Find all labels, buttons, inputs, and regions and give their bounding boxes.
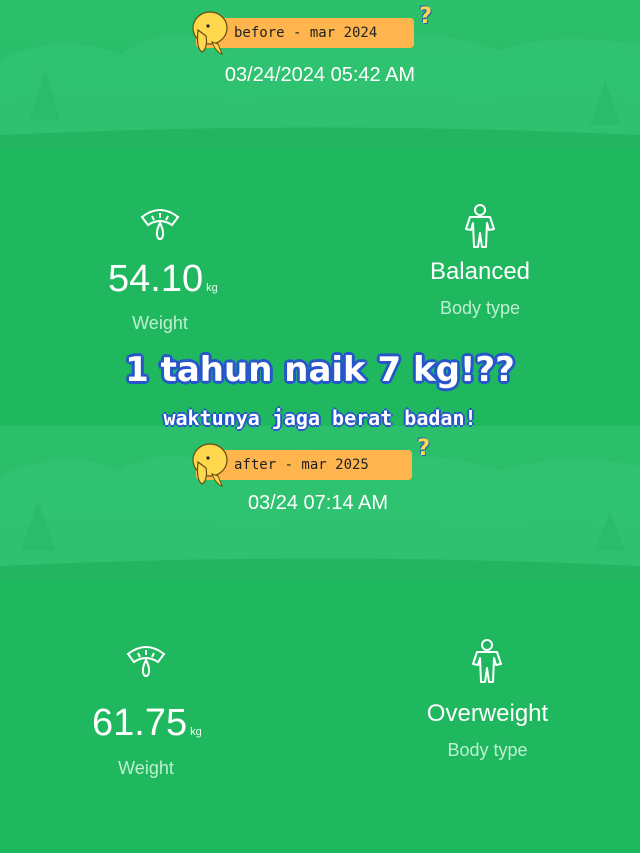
scale-icon [140, 209, 180, 240]
headline-caption: 1 tahun naik 7 kg!?? [125, 350, 515, 390]
body-type-label: Body type [439, 298, 521, 318]
mascot-icon [192, 443, 228, 487]
after-panel: after - mar 2025 ? 03/24 07:14 AM 61.75 k… [0, 426, 640, 853]
question-mark-decor: ? [417, 436, 430, 461]
weight-value: 54.10 [108, 258, 204, 300]
body-type-metric [455, 203, 505, 249]
weight-label: Weight [118, 758, 174, 778]
subline-caption: waktunya jaga berat badan! [163, 406, 477, 430]
weight-metric [86, 642, 206, 682]
person-icon [472, 639, 502, 683]
mascot-icon [192, 11, 228, 55]
body-type-label: Body type [447, 740, 528, 760]
weight-value-row: 61.75 kg [92, 702, 242, 745]
question-mark-decor: ? [419, 4, 432, 29]
weight-unit: kg [206, 282, 218, 294]
weight-metric [100, 205, 220, 245]
weight-value: 61.75 [92, 702, 188, 744]
person-icon [465, 204, 495, 248]
hero-banner: after - mar 2025 ? 03/24 07:14 AM [0, 426, 640, 578]
weight-value-row: 54.10 kg [108, 258, 248, 301]
hero-banner: before - mar 2024 ? 03/24/2024 05:42 AM [0, 0, 640, 148]
after-tag: after - mar 2025 ? [192, 436, 430, 487]
after-tag-label: after - mar 2025 [234, 457, 369, 473]
body-type-metric [462, 638, 512, 684]
measurement-datetime: 03/24/2024 05:42 AM [224, 64, 416, 86]
body-type-value: Balanced [429, 258, 531, 285]
weight-label: Weight [132, 313, 188, 333]
weight-unit: kg [190, 726, 202, 738]
scale-icon [126, 646, 166, 677]
body-type-value: Overweight [426, 700, 549, 727]
before-tag-label: before - mar 2024 [234, 25, 378, 41]
measurement-datetime: 03/24 07:14 AM [247, 492, 389, 514]
before-tag: before - mar 2024 ? [192, 4, 432, 55]
